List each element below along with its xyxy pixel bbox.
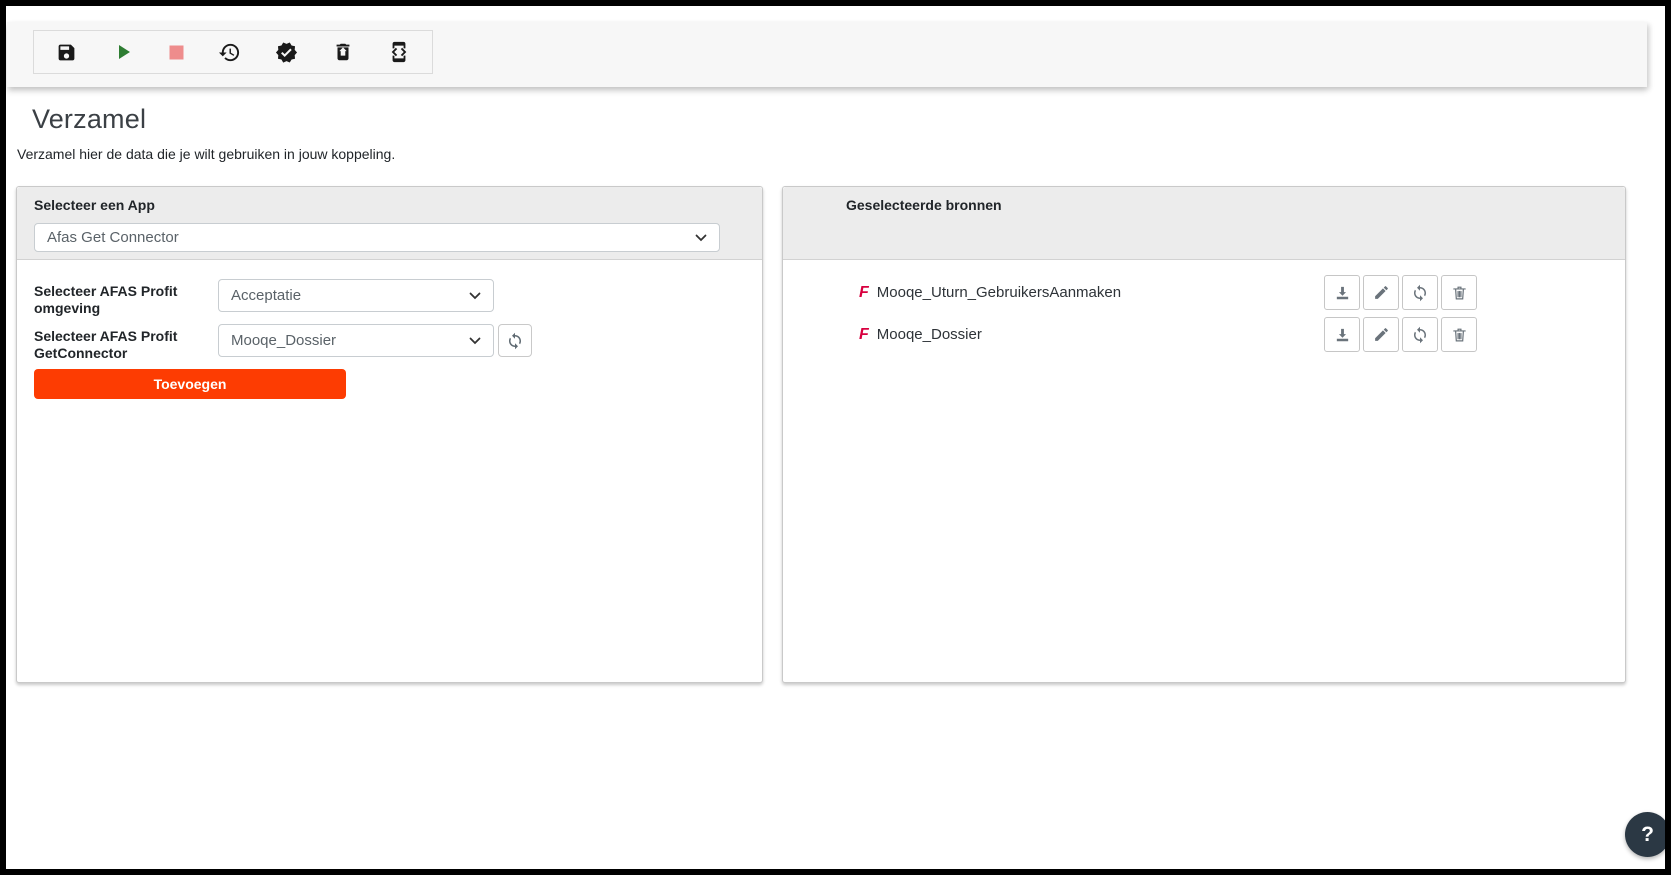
sources-panel-header-label: Geselecteerde bronnen — [846, 197, 1608, 213]
getconnector-select-value: Mooqe_Dossier — [231, 332, 336, 349]
getconnector-select[interactable]: Mooqe_Dossier — [218, 324, 494, 357]
save-button[interactable] — [56, 31, 77, 73]
app-select[interactable]: Afas Get Connector — [34, 223, 720, 252]
code-button[interactable] — [388, 31, 410, 73]
chevron-down-icon — [469, 292, 481, 300]
download-icon — [1334, 284, 1351, 301]
getconnector-label: Selecteer AFAS Profit GetConnector — [34, 328, 212, 362]
pencil-icon — [1373, 326, 1390, 343]
app-window: Verzamel Verzamel hier de data die je wi… — [0, 0, 1671, 875]
refresh-icon — [1411, 284, 1429, 302]
help-button[interactable]: ? — [1625, 812, 1670, 857]
source-row: F Mooqe_Uturn_GebruikersAanmaken — [859, 275, 1477, 310]
refresh-source-button[interactable] — [1402, 275, 1438, 310]
clear-button[interactable] — [332, 31, 354, 73]
app-selection-panel: Selecteer een App Afas Get Connector Sel… — [16, 186, 763, 683]
download-icon — [1334, 326, 1351, 343]
refresh-icon — [1411, 326, 1429, 344]
pencil-icon — [1373, 284, 1390, 301]
stop-icon — [169, 45, 184, 60]
chevron-down-icon — [469, 337, 481, 345]
omgeving-select-value: Acceptatie — [231, 287, 301, 304]
developer-code-icon — [388, 41, 410, 63]
trash-icon — [1451, 326, 1468, 343]
trash-icon — [1451, 284, 1468, 301]
play-icon — [111, 40, 135, 64]
add-source-button[interactable]: Toevoegen — [34, 369, 346, 399]
refresh-icon — [506, 332, 524, 350]
edit-source-button[interactable] — [1363, 317, 1399, 352]
afas-logo-icon: F — [859, 326, 869, 344]
refresh-source-button[interactable] — [1402, 317, 1438, 352]
app-panel-header-label: Selecteer een App — [34, 197, 745, 213]
page-subtitle: Verzamel hier de data die je wilt gebrui… — [17, 146, 395, 162]
verified-badge-icon — [275, 41, 298, 64]
download-source-button[interactable] — [1324, 317, 1360, 352]
source-row: F Mooqe_Dossier — [859, 317, 1477, 352]
source-name: F Mooqe_Uturn_GebruikersAanmaken — [859, 284, 1121, 302]
sources-panel-header: Geselecteerde bronnen — [783, 187, 1625, 260]
source-name-label: Mooqe_Uturn_GebruikersAanmaken — [877, 284, 1121, 301]
app-select-value: Afas Get Connector — [47, 229, 179, 246]
chevron-down-icon — [695, 234, 707, 242]
toolbar-button-group — [33, 30, 433, 74]
run-button[interactable] — [111, 31, 135, 73]
edit-source-button[interactable] — [1363, 275, 1399, 310]
toolbar — [7, 22, 1647, 87]
history-icon — [218, 41, 241, 64]
selected-sources-panel: Geselecteerde bronnen F Mooqe_Uturn_Gebr… — [782, 186, 1626, 683]
download-source-button[interactable] — [1324, 275, 1360, 310]
source-row-actions — [1324, 275, 1477, 310]
refresh-getconnectors-button[interactable] — [498, 324, 532, 357]
page-title: Verzamel — [32, 104, 146, 135]
validate-button[interactable] — [275, 31, 298, 73]
source-name: F Mooqe_Dossier — [859, 326, 982, 344]
delete-source-button[interactable] — [1441, 275, 1477, 310]
delete-source-button[interactable] — [1441, 317, 1477, 352]
stop-button[interactable] — [169, 31, 184, 73]
save-icon — [56, 42, 77, 63]
afas-logo-icon: F — [859, 284, 869, 302]
source-row-actions — [1324, 317, 1477, 352]
source-name-label: Mooqe_Dossier — [877, 326, 982, 343]
omgeving-label: Selecteer AFAS Profit omgeving — [34, 283, 212, 317]
restore-from-trash-icon — [332, 41, 354, 63]
history-button[interactable] — [218, 31, 241, 73]
omgeving-select[interactable]: Acceptatie — [218, 279, 494, 312]
